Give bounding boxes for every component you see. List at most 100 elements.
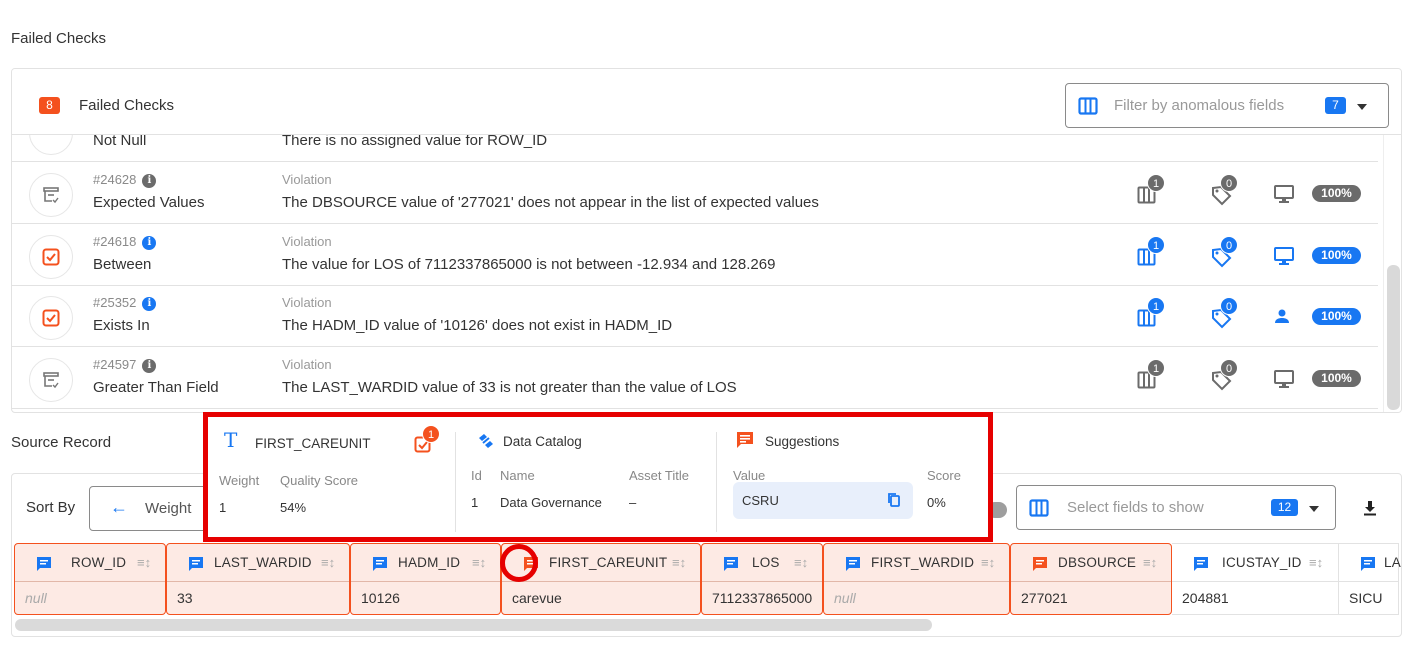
fields-count-badge: 1 [1147, 297, 1165, 315]
cell-value: 33 [177, 590, 193, 606]
cell-value: SICU [1349, 590, 1383, 606]
comment-icon[interactable] [1031, 555, 1049, 578]
field-details-popover: T FIRST_CAREUNIT 1 Weight Quality Score … [203, 412, 993, 542]
column-name: LOS [752, 555, 780, 570]
catalog-name[interactable]: Data Governance [500, 495, 602, 510]
check-row[interactable]: #24628 i Expected Values Violation The DBSOU… [12, 162, 1378, 224]
column-header[interactable]: DBSOURCE ≡↕ [1011, 544, 1171, 582]
tags-count-badge: 0 [1220, 236, 1238, 254]
comment-icon[interactable] [187, 555, 205, 578]
failed-count-badge: 8 [39, 97, 60, 114]
comment-icon[interactable] [1359, 555, 1377, 578]
comment-icon [735, 430, 755, 455]
sort-icon[interactable]: ≡↕ [137, 555, 151, 570]
column-name: HADM_ID [398, 555, 461, 570]
suggestion-chip[interactable]: CSRU [733, 482, 913, 519]
suggestion-score-label: Score [927, 468, 961, 483]
record-column: HADM_ID ≡↕ 10126 [350, 543, 501, 615]
data-catalog-section: Data Catalog Id Name Asset Title 1 Data … [458, 417, 718, 537]
check-row[interactable]: #24618 i Between Violation The value for LOS… [12, 224, 1378, 286]
check-actions: 1 0 100% [1132, 174, 1372, 209]
column-header[interactable]: LA [1339, 544, 1401, 582]
check-actions: 1 0 100% [1132, 297, 1372, 332]
check-type-icon [29, 358, 73, 402]
comment-icon[interactable] [722, 555, 740, 578]
failed-checks-header: 8 Failed Checks Filter by anomalous fiel… [12, 69, 1401, 135]
fields-count-badge: 12 [1271, 499, 1298, 516]
monitor-icon [1273, 246, 1295, 271]
divider [455, 432, 456, 532]
cell-value: 10126 [361, 590, 400, 606]
select-fields-dropdown[interactable]: Select fields to show 12 [1016, 485, 1336, 530]
check-row[interactable]: #24597 i Greater Than Field Violation The LA… [12, 347, 1378, 409]
info-icon[interactable]: i [142, 236, 157, 250]
vertical-scrollbar[interactable] [1383, 135, 1401, 412]
sort-icon[interactable]: ≡↕ [1143, 555, 1157, 570]
horizontal-scrollbar[interactable] [15, 619, 932, 631]
fields-icon[interactable]: 1 [1137, 297, 1165, 332]
info-icon[interactable]: i [142, 174, 157, 188]
column-name: ICUSTAY_ID [1222, 555, 1302, 570]
sort-icon[interactable]: ≡↕ [981, 555, 995, 570]
divider [716, 432, 717, 532]
data-catalog-title: Data Catalog [503, 434, 582, 449]
suggestion-value: CSRU [742, 493, 779, 508]
tag-icon[interactable]: 0 [1210, 297, 1238, 334]
sort-icon[interactable]: ≡↕ [672, 555, 686, 570]
weight-value: 1 [219, 500, 227, 515]
sort-icon[interactable]: ≡↕ [472, 555, 486, 570]
info-icon[interactable]: i [142, 297, 157, 311]
violation-text: The HADM_ID value of '10126' does not ex… [282, 317, 673, 334]
link-icon [476, 432, 496, 455]
comment-icon[interactable] [844, 555, 862, 578]
violation-label: Violation [282, 357, 332, 372]
column-header[interactable]: LOS ≡↕ [702, 544, 822, 582]
sort-by-label: Sort By [26, 499, 76, 516]
weight-label: Weight [219, 473, 260, 488]
check-row[interactable]: #25352 i Exists In Violation The HADM_ID val… [12, 285, 1378, 347]
suggestions-section: Suggestions Value Score CSRU 0% [718, 417, 988, 537]
comment-icon[interactable] [1192, 555, 1210, 578]
check-type-icon [29, 235, 73, 279]
comment-icon[interactable] [35, 555, 53, 578]
text-type-icon: T [224, 428, 238, 452]
failed-checks-card: Not Null There is no assigned value for … [11, 68, 1402, 413]
check-actions: 1 0 100% [1132, 359, 1372, 394]
check-name: Between [93, 256, 152, 273]
suggestions-title: Suggestions [765, 434, 840, 449]
quality-score-value: 54% [280, 500, 307, 515]
scrollbar-thumb[interactable] [1387, 265, 1400, 410]
column-name: ROW_ID [71, 555, 127, 570]
record-column: FIRST_WARDID ≡↕ null [823, 543, 1010, 615]
field-summary: T FIRST_CAREUNIT 1 Weight Quality Score … [208, 417, 458, 537]
column-name: LA [1384, 555, 1401, 570]
sort-icon[interactable]: ≡↕ [1309, 555, 1323, 570]
record-column: DBSOURCE ≡↕ 277021 [1010, 543, 1172, 615]
chevron-down-icon[interactable] [1309, 506, 1319, 512]
anomalous-fields-filter[interactable]: Filter by anomalous fields 7 [1065, 83, 1389, 128]
tag-icon[interactable]: 0 [1210, 359, 1238, 396]
comment-icon[interactable] [371, 555, 389, 578]
record-column: LA SICU [1339, 543, 1401, 615]
fields-icon[interactable]: 1 [1137, 236, 1165, 271]
download-icon[interactable] [1363, 500, 1377, 521]
column-header[interactable]: LAST_WARDID ≡↕ [167, 544, 349, 582]
catalog-asset-label: Asset Title [629, 468, 689, 483]
cell-value: 277021 [1021, 590, 1068, 606]
chevron-down-icon[interactable] [1357, 104, 1367, 110]
tag-icon[interactable]: 0 [1210, 174, 1238, 211]
column-header[interactable]: ROW_ID ≡↕ [15, 544, 165, 582]
column-name: DBSOURCE [1058, 555, 1137, 570]
sort-icon[interactable]: ≡↕ [794, 555, 808, 570]
check-id: #24597 i [93, 357, 157, 373]
column-header[interactable]: ICUSTAY_ID ≡↕ [1172, 544, 1338, 582]
fields-icon[interactable]: 1 [1137, 359, 1165, 394]
tag-icon[interactable]: 0 [1210, 236, 1238, 273]
fields-icon[interactable]: 1 [1137, 174, 1165, 209]
copy-icon[interactable] [887, 492, 901, 513]
info-icon[interactable]: i [142, 359, 157, 373]
column-header[interactable]: FIRST_WARDID ≡↕ [824, 544, 1009, 582]
highlight-ring [500, 544, 538, 582]
sort-icon[interactable]: ≡↕ [321, 555, 335, 570]
column-header[interactable]: HADM_ID ≡↕ [351, 544, 500, 582]
